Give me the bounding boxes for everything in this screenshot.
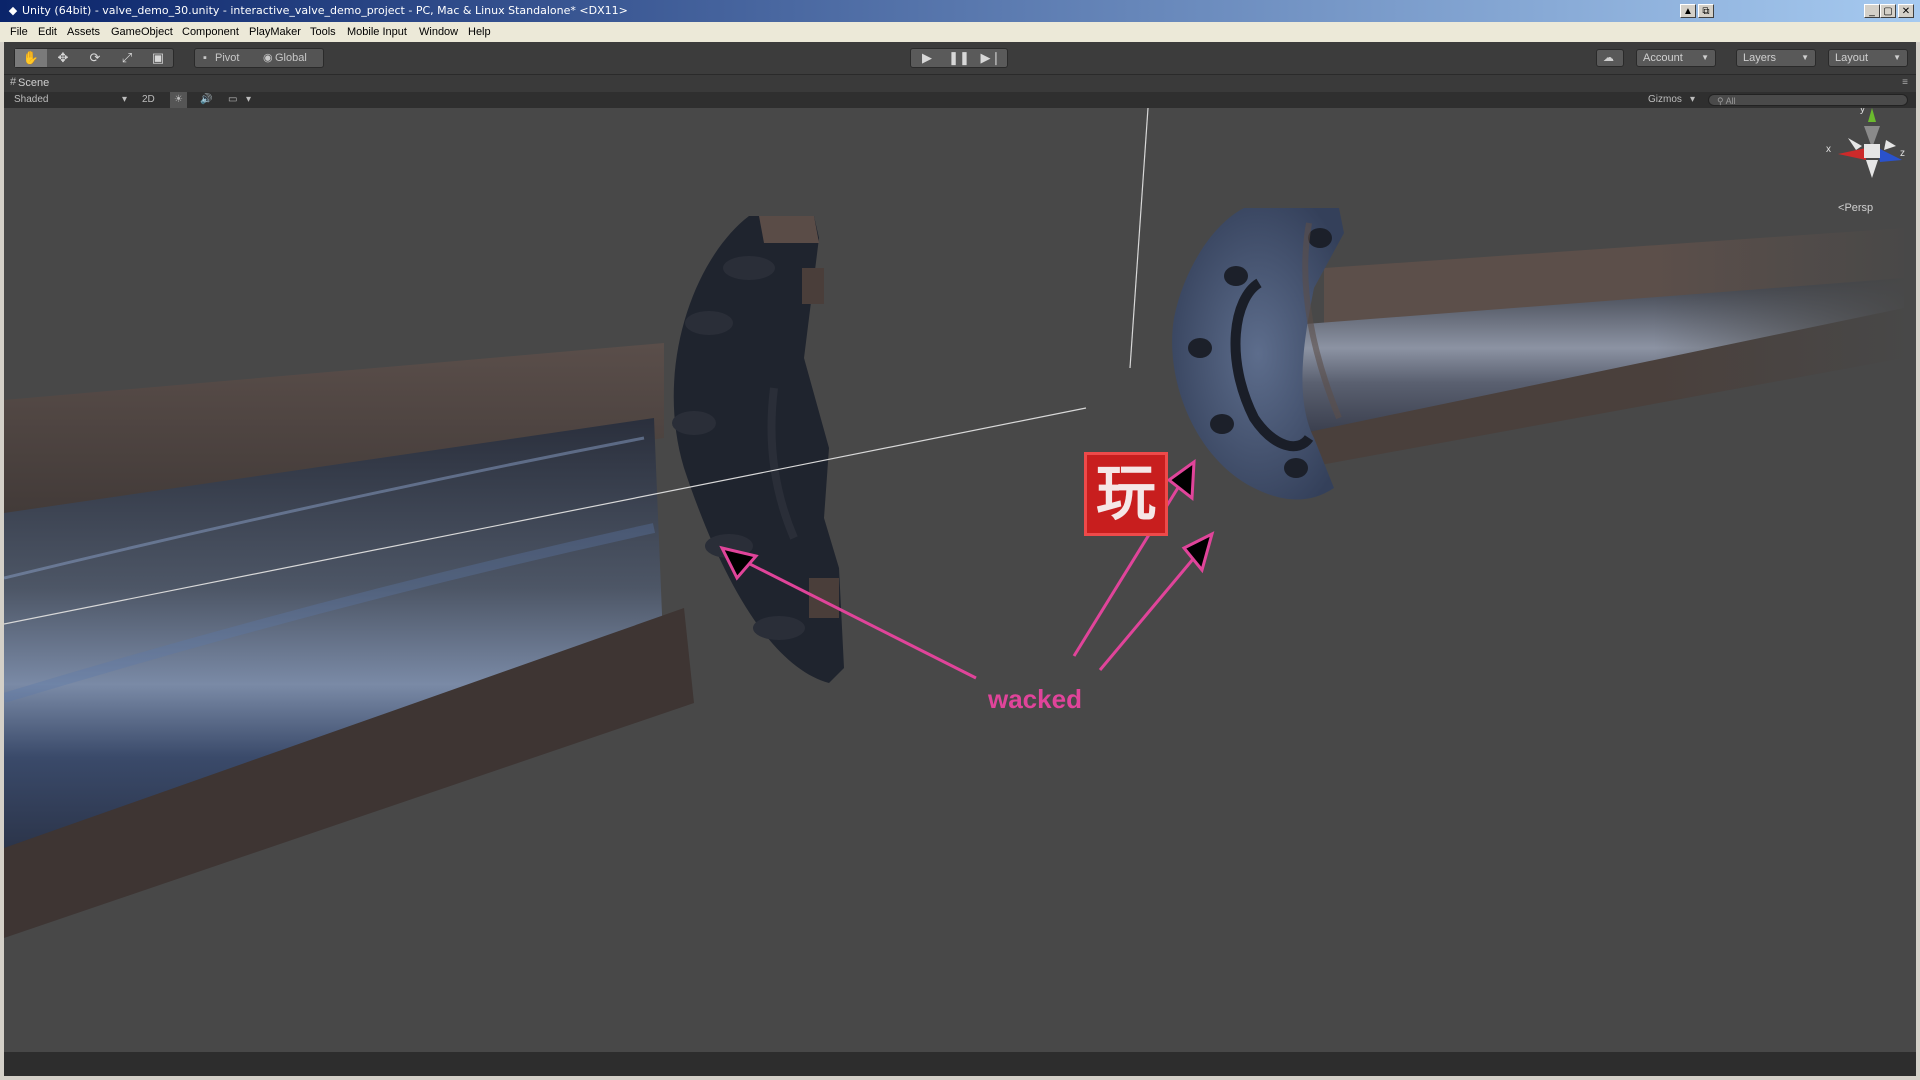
account-label: Account	[1643, 52, 1683, 64]
shading-mode-dropdown[interactable]: Shaded	[14, 92, 48, 108]
rotate-icon[interactable]: ⟳	[79, 49, 111, 67]
axis-line	[1129, 108, 1149, 369]
sun-icon[interactable]: ☀	[170, 92, 187, 108]
right-pipe	[1254, 208, 1916, 468]
pause-icon[interactable]: ❚❚	[943, 49, 975, 67]
left-pipe	[4, 343, 694, 938]
speaker-icon[interactable]: 🔊	[200, 92, 212, 108]
close-icon[interactable]: ✕	[1898, 4, 1914, 18]
scene-control-bar: Shaded ▾ 2D ☀ 🔊 ▭ ▾ Gizmos ▾ ⚲ All	[4, 92, 1916, 109]
rect-tool-icon[interactable]: ▣	[143, 49, 173, 67]
persp-text: Persp	[1844, 202, 1874, 214]
left-flange	[672, 216, 844, 683]
restore-down-icon[interactable]: ▲	[1680, 4, 1696, 18]
menu-gameobject[interactable]: GameObject	[111, 22, 173, 42]
chevron-down-icon: ▾	[1690, 94, 1696, 105]
layout-label: Layout	[1835, 52, 1869, 64]
persp-label[interactable]: <Persp	[1838, 202, 1873, 214]
menu-help[interactable]: Help	[468, 22, 491, 42]
pivot-global-toggle: ▪ Pivot ◉ Global	[194, 48, 324, 68]
scene-viewport[interactable]: y x z <Persp 玩 wacked	[4, 108, 1916, 1052]
main-toolbar: ✋ ✥ ⟳ ⤢ ▣ ▪ Pivot ◉ Global ▶ ❚❚ ▶❘ ☁ Acc…	[4, 42, 1916, 74]
right-flange	[1172, 208, 1344, 500]
menu-file[interactable]: File	[10, 22, 28, 42]
tab-menu-icon[interactable]: ≡	[1902, 77, 1908, 88]
menu-component[interactable]: Component	[182, 22, 239, 42]
step-icon[interactable]: ▶❘	[975, 49, 1007, 67]
image-icon[interactable]: ▭	[228, 92, 237, 108]
pivot-icon: ▪	[203, 52, 207, 64]
menu-edit[interactable]: Edit	[38, 22, 57, 42]
chevron-down-icon: ▼	[1701, 53, 1709, 62]
axis-x-label: x	[1826, 144, 1831, 155]
layout-dropdown[interactable]: Layout ▼	[1828, 49, 1908, 67]
status-bar	[4, 1052, 1916, 1076]
chevron-down-icon: ▾	[246, 94, 252, 105]
axis-z-label: z	[1900, 148, 1905, 159]
layers-dropdown[interactable]: Layers ▼	[1736, 49, 1816, 67]
global-icon: ◉	[263, 52, 273, 64]
menu-bar: File Edit Assets GameObject Component Pl…	[0, 22, 1920, 42]
scene-search-input[interactable]: ⚲ All	[1708, 94, 1908, 106]
orientation-gizmo[interactable]	[1838, 108, 1902, 178]
global-button[interactable]: Global	[275, 49, 307, 67]
minimize-icon[interactable]: _	[1864, 4, 1880, 18]
play-controls: ▶ ❚❚ ▶❘	[910, 48, 1008, 68]
scene-render	[4, 108, 1916, 938]
search-placeholder: All	[1725, 96, 1736, 106]
2d-toggle[interactable]: 2D	[142, 92, 155, 108]
chevron-down-icon: ▼	[1893, 53, 1901, 62]
scale-icon[interactable]: ⤢	[111, 49, 143, 67]
unity-icon: ◆	[8, 5, 18, 17]
play-icon[interactable]: ▶	[911, 49, 943, 67]
window-title: Unity (64bit) - valve_demo_30.unity - in…	[22, 4, 628, 17]
stamp-logo: 玩	[1084, 452, 1168, 536]
chevron-down-icon: ▼	[1801, 53, 1809, 62]
search-icon: ⚲	[1717, 96, 1724, 106]
gizmos-dropdown[interactable]: Gizmos	[1648, 92, 1682, 108]
menu-assets[interactable]: Assets	[67, 22, 100, 42]
menu-window[interactable]: Window	[419, 22, 458, 42]
axis-y-label: y	[1860, 108, 1865, 115]
transform-tools: ✋ ✥ ⟳ ⤢ ▣	[14, 48, 174, 68]
scene-tab[interactable]: # Scene ≡	[4, 74, 1916, 93]
scene-grid-icon: #	[10, 76, 17, 88]
scene-tab-label: Scene	[18, 77, 50, 89]
menu-playmaker[interactable]: PlayMaker	[249, 22, 301, 42]
move-icon[interactable]: ✥	[47, 49, 79, 67]
layers-label: Layers	[1743, 52, 1777, 64]
hand-icon[interactable]: ✋	[15, 49, 47, 67]
cloud-icon[interactable]: ☁	[1596, 49, 1624, 67]
menu-tools[interactable]: Tools	[310, 22, 336, 42]
maximize-small-icon[interactable]: ⧉	[1698, 4, 1714, 18]
chevron-down-icon: ▾	[122, 94, 128, 105]
annotation-label: wacked	[988, 684, 1082, 714]
restore-icon[interactable]: ▢	[1880, 4, 1896, 18]
title-bar: ◆ Unity (64bit) - valve_demo_30.unity - …	[0, 0, 1920, 22]
menu-mobile-input[interactable]: Mobile Input	[347, 22, 407, 42]
pivot-button[interactable]: Pivot	[215, 49, 239, 67]
unity-editor-window: ◆ Unity (64bit) - valve_demo_30.unity - …	[0, 0, 1920, 1080]
account-dropdown[interactable]: Account ▼	[1636, 49, 1716, 67]
